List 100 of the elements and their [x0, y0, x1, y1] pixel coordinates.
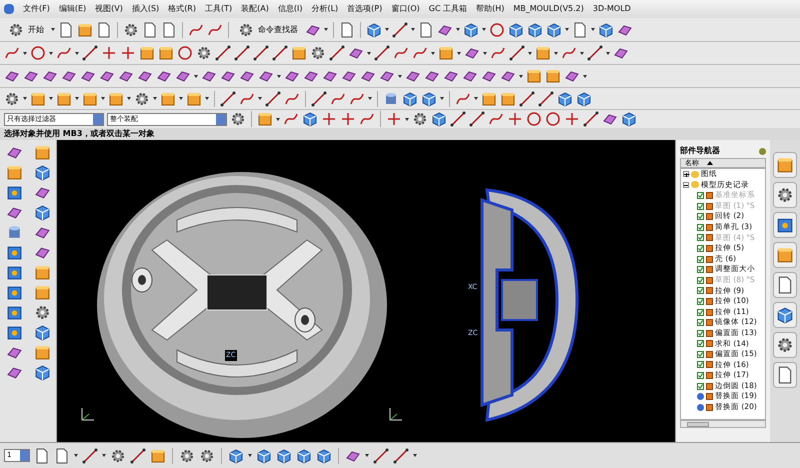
dropdown-caret-icon[interactable] — [258, 97, 262, 100]
checkbox[interactable] — [697, 361, 704, 368]
dropdown-caret-icon[interactable] — [49, 97, 53, 100]
block-icon[interactable] — [108, 90, 124, 106]
checkbox[interactable] — [697, 330, 704, 337]
line-icon[interactable] — [311, 90, 327, 106]
command-finder-button[interactable]: 命令查找器 — [234, 20, 302, 40]
circle-icon[interactable] — [545, 111, 561, 127]
line-icon[interactable] — [82, 45, 98, 61]
dropdown-caret-icon[interactable] — [440, 97, 444, 100]
cube-icon[interactable] — [228, 448, 244, 464]
dropdown-caret-icon[interactable] — [75, 97, 79, 100]
document-icon[interactable] — [418, 22, 434, 38]
gear-icon[interactable] — [123, 22, 139, 38]
gear-icon[interactable] — [412, 111, 428, 127]
cube-icon[interactable] — [546, 22, 562, 38]
dropdown-caret-icon[interactable] — [367, 52, 371, 54]
curve-icon[interactable] — [283, 111, 299, 127]
line-icon[interactable] — [220, 90, 236, 106]
checkbox[interactable] — [697, 202, 704, 210]
checkbox[interactable] — [697, 244, 704, 252]
menu-item[interactable]: MB_MOULD(V5.2) — [513, 3, 584, 15]
block-icon[interactable] — [158, 45, 174, 61]
line-icon[interactable] — [583, 111, 599, 127]
dropdown-caret-icon[interactable] — [385, 28, 389, 31]
checkbox[interactable] — [697, 266, 704, 274]
hole-block-icon[interactable] — [6, 324, 22, 341]
block-icon[interactable] — [438, 45, 454, 61]
checkbox[interactable] — [697, 192, 704, 199]
expand-toggle[interactable] — [683, 171, 689, 178]
menu-item[interactable]: 分析(L) — [311, 3, 338, 15]
line-icon[interactable] — [538, 90, 554, 106]
cube-icon[interactable] — [34, 324, 50, 341]
cube-icon[interactable] — [576, 90, 592, 106]
plus-icon[interactable] — [564, 111, 580, 127]
curve-icon[interactable] — [561, 45, 577, 61]
cube-icon[interactable] — [34, 164, 50, 181]
block-icon[interactable] — [160, 90, 176, 106]
menu-item[interactable]: 编辑(E) — [58, 3, 86, 15]
menu-item[interactable]: 窗口(O) — [391, 3, 420, 15]
resource-tab[interactable] — [773, 302, 797, 328]
cube-icon[interactable] — [316, 448, 332, 464]
line-icon[interactable] — [519, 90, 535, 106]
checkbox[interactable] — [697, 256, 704, 263]
line-icon[interactable] — [215, 45, 231, 61]
curve-icon[interactable] — [393, 45, 409, 61]
resource-tab[interactable] — [773, 212, 797, 238]
line-icon[interactable] — [450, 111, 466, 127]
dropdown-caret-icon[interactable] — [368, 97, 372, 100]
menu-item[interactable]: 格式(R) — [168, 3, 196, 15]
menu-item[interactable]: 工具(T) — [205, 3, 232, 15]
dropdown-caret-icon[interactable] — [483, 52, 487, 54]
document-icon[interactable] — [54, 448, 70, 464]
resource-tab[interactable] — [773, 152, 797, 178]
menu-item[interactable]: 装配(A) — [241, 3, 269, 15]
dropdown-caret-icon[interactable] — [456, 28, 460, 31]
dropdown-caret-icon[interactable] — [606, 52, 610, 54]
dropdown-caret-icon[interactable] — [194, 74, 198, 78]
circle-icon[interactable] — [526, 111, 542, 127]
line-icon[interactable] — [374, 45, 390, 61]
curve-icon[interactable] — [412, 45, 428, 61]
cube-icon[interactable] — [302, 111, 318, 127]
menu-item[interactable]: 3D-MOLD — [592, 3, 631, 15]
block-icon[interactable] — [139, 45, 155, 61]
dropdown-caret-icon[interactable] — [554, 52, 558, 54]
block-icon[interactable] — [56, 90, 72, 106]
line-icon[interactable] — [393, 448, 409, 464]
cube-icon[interactable] — [276, 448, 292, 464]
block-icon[interactable] — [481, 90, 497, 106]
circle-icon[interactable] — [177, 45, 193, 61]
block-icon[interactable] — [6, 164, 22, 181]
checkbox[interactable] — [697, 372, 704, 380]
gear-icon[interactable] — [4, 90, 20, 106]
gear-icon[interactable] — [310, 45, 326, 61]
curve-icon[interactable] — [4, 45, 20, 61]
cube-icon[interactable] — [508, 22, 524, 38]
dropdown-caret-icon[interactable] — [583, 74, 587, 78]
cube-icon[interactable] — [366, 22, 382, 38]
gear-icon[interactable] — [134, 90, 150, 106]
dropdown-caret-icon[interactable] — [74, 454, 78, 457]
checkbox[interactable] — [697, 298, 704, 305]
dropdown-caret-icon[interactable] — [23, 97, 27, 100]
document-icon[interactable] — [96, 22, 112, 38]
dropdown-caret-icon[interactable] — [179, 97, 183, 100]
plus-icon[interactable] — [507, 111, 523, 127]
block-icon[interactable] — [526, 68, 542, 84]
plus-icon[interactable] — [101, 45, 117, 61]
dropdown-caret-icon[interactable] — [23, 52, 27, 54]
document-icon[interactable] — [339, 22, 355, 38]
dropdown-caret-icon[interactable] — [75, 52, 79, 54]
plus-icon[interactable] — [386, 111, 402, 127]
block-icon[interactable] — [186, 90, 202, 106]
checkbox[interactable] — [697, 287, 704, 294]
line-icon[interactable] — [253, 45, 269, 61]
block-icon[interactable] — [150, 448, 166, 464]
menu-item[interactable]: 首选项(P) — [347, 3, 382, 15]
line-icon[interactable] — [82, 448, 98, 464]
cube-icon[interactable] — [621, 111, 637, 127]
expand-toggle[interactable] — [683, 182, 689, 188]
curve-icon[interactable] — [490, 45, 506, 61]
